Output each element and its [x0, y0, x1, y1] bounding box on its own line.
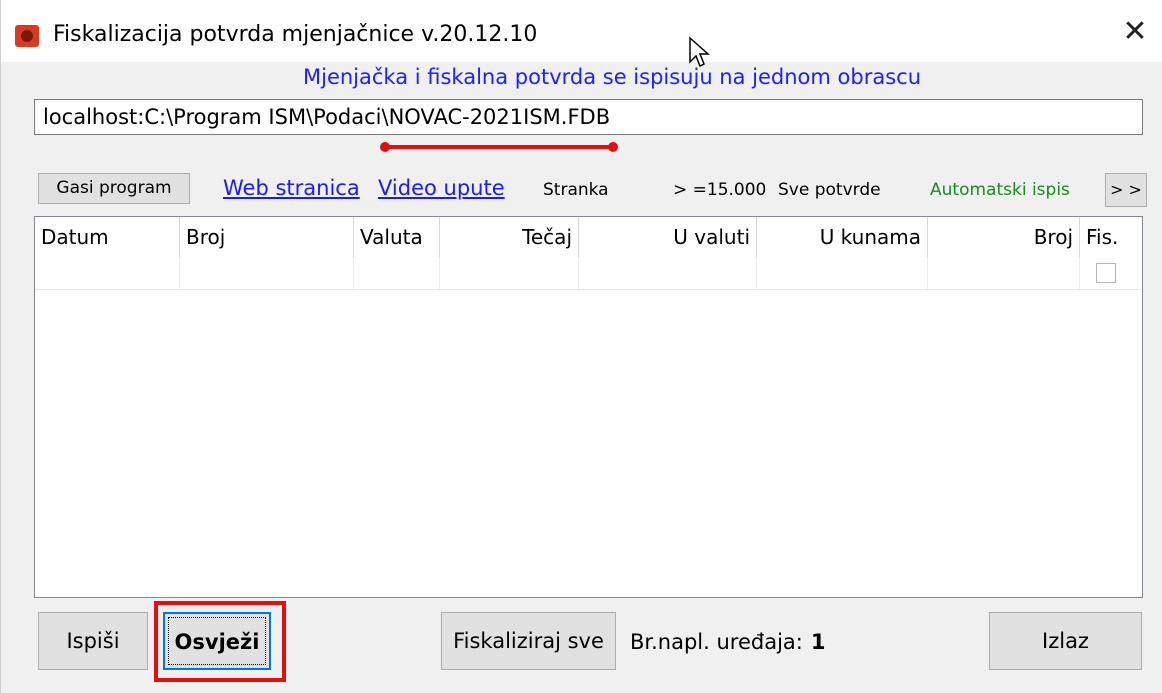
receipts-table[interactable]: Datum Broj Valuta Tečaj U valuti U kunam… — [34, 216, 1143, 598]
table-cell[interactable] — [35, 257, 180, 289]
column-header-u-valuti[interactable]: U valuti — [579, 217, 757, 257]
print-notice: Mjenjačka i fiskalna potvrda se ispisuju… — [302, 65, 922, 89]
video-upute-link[interactable]: Video upute — [378, 176, 505, 200]
stranka-label[interactable]: Stranka — [543, 180, 609, 200]
table-cell[interactable] — [928, 257, 1080, 289]
automatski-ispis-label[interactable]: Automatski ispis — [930, 180, 1070, 200]
device-number: Br.napl. uređaja: 1 — [630, 630, 826, 654]
table-cell[interactable] — [180, 257, 354, 289]
close-icon[interactable]: ✕ — [1107, 10, 1162, 54]
column-header-datum[interactable]: Datum — [35, 217, 180, 257]
web-stranica-link[interactable]: Web stranica — [223, 176, 360, 200]
column-header-broj-2[interactable]: Broj — [928, 217, 1080, 257]
table-row[interactable] — [35, 257, 1142, 290]
column-header-u-kunama[interactable]: U kunama — [757, 217, 928, 257]
mouse-cursor-icon — [689, 36, 710, 68]
gasi-program-button[interactable]: Gasi program — [38, 173, 190, 204]
sve-potvrde-label[interactable]: Sve potvrde — [778, 180, 881, 200]
threshold-label[interactable]: > =15.000 — [673, 180, 766, 200]
red-highlight-line — [380, 142, 618, 152]
database-path-field[interactable]: localhost:C:\Program ISM\Podaci\NOVAC-20… — [34, 99, 1143, 135]
column-header-valuta[interactable]: Valuta — [354, 217, 440, 257]
red-highlight-box — [154, 601, 286, 682]
column-header-broj[interactable]: Broj — [180, 217, 354, 257]
table-cell[interactable] — [354, 257, 440, 289]
device-number-label: Br.napl. uređaja: — [630, 630, 803, 654]
title-bar: Fiskalizacija potvrda mjenjačnice v.20.1… — [1, 0, 1162, 62]
fiskaliziraj-sve-button[interactable]: Fiskaliziraj sve — [441, 612, 616, 670]
app-icon — [15, 25, 39, 47]
table-cell[interactable] — [757, 257, 928, 289]
column-header-tecaj[interactable]: Tečaj — [440, 217, 579, 257]
window-title: Fiskalizacija potvrda mjenjačnice v.20.1… — [53, 22, 538, 47]
ispisi-button[interactable]: Ispiši — [38, 612, 148, 670]
izlaz-button[interactable]: Izlaz — [989, 612, 1142, 670]
column-header-fis[interactable]: Fis. — [1080, 217, 1142, 257]
table-cell[interactable] — [579, 257, 757, 289]
more-button[interactable]: > > — [1105, 173, 1147, 207]
table-cell[interactable] — [440, 257, 579, 289]
device-number-value: 1 — [810, 630, 826, 654]
fis-checkbox[interactable] — [1096, 263, 1116, 283]
app-window: Fiskalizacija potvrda mjenjačnice v.20.1… — [0, 0, 1162, 693]
